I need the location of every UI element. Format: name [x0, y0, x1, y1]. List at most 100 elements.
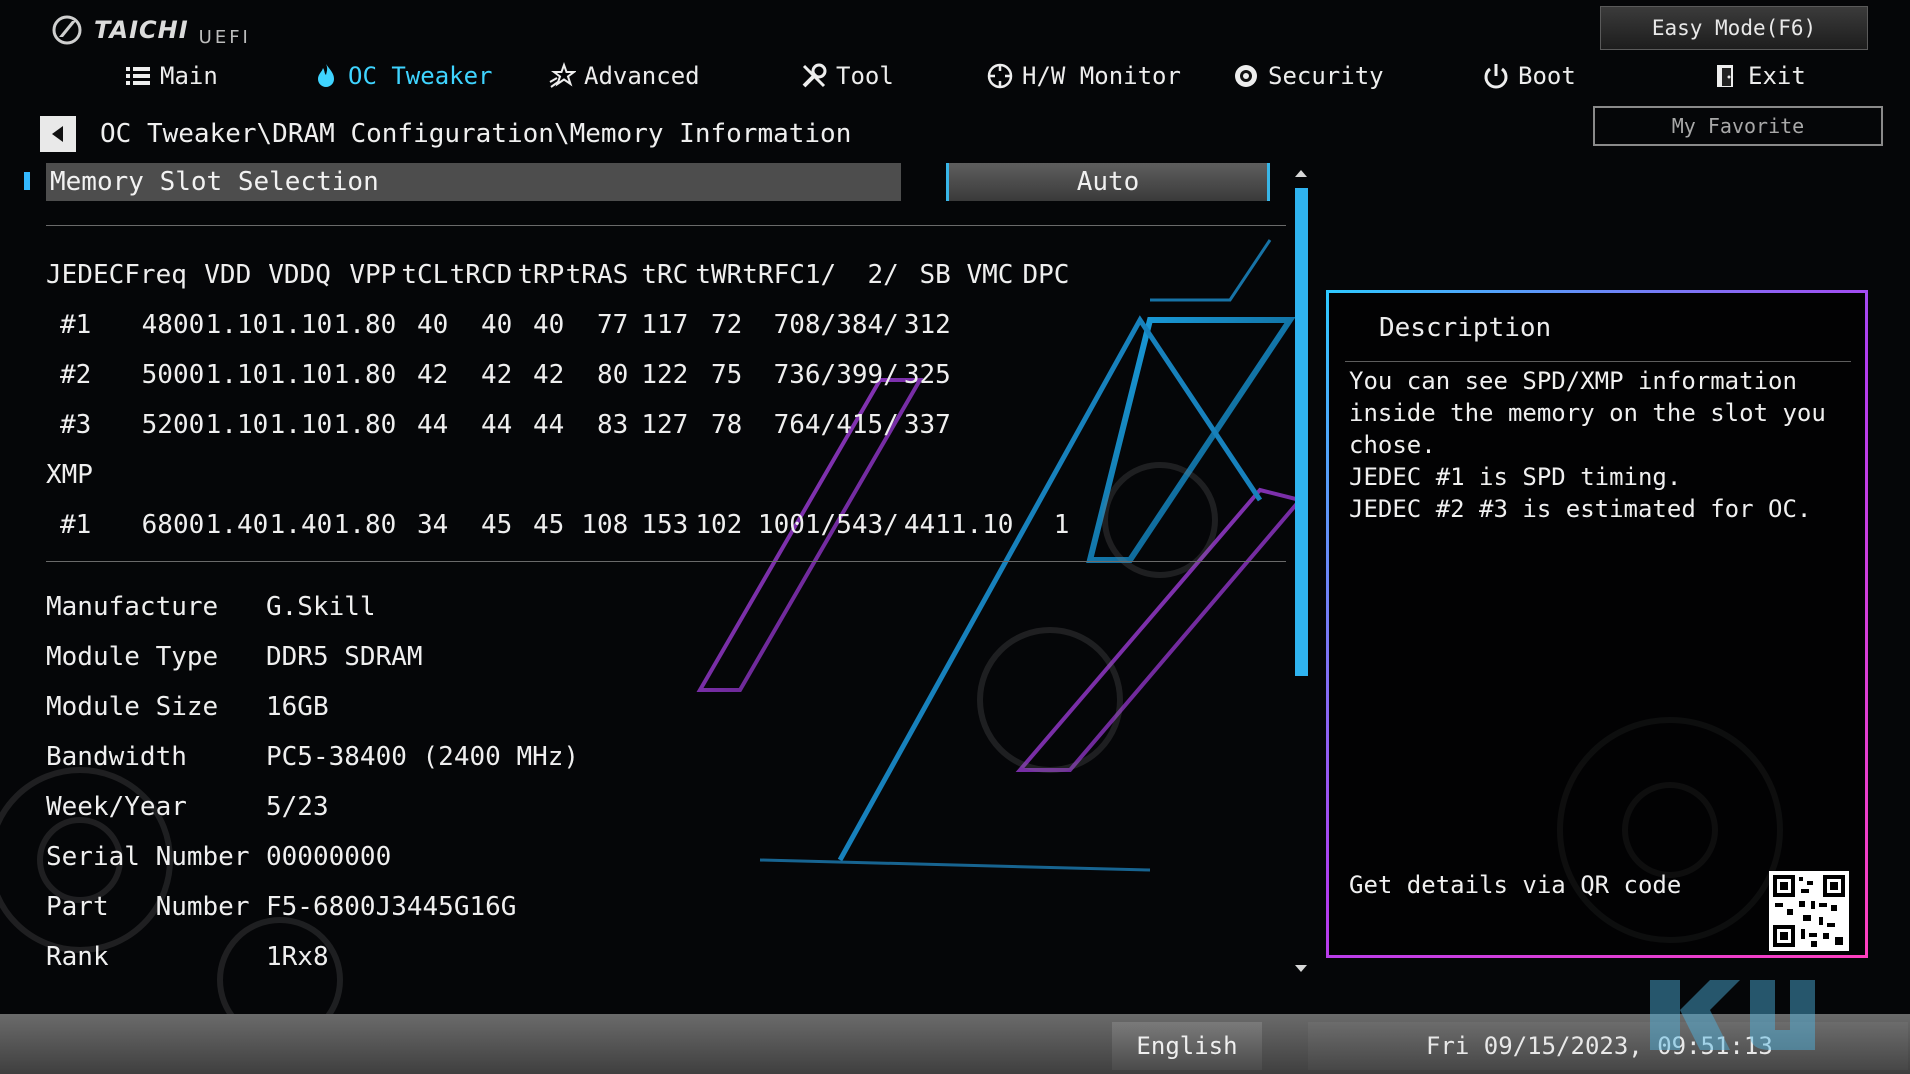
- tab-advanced[interactable]: Advanced: [548, 56, 700, 96]
- table-cell: 42: [480, 360, 513, 390]
- table-cell: 1.10: [269, 310, 333, 340]
- scroll-up-arrow-icon[interactable]: [1295, 170, 1307, 177]
- divider-top: [46, 225, 1286, 226]
- col-header: Freq: [124, 260, 187, 290]
- info-label: Manufacture: [46, 592, 219, 622]
- breadcrumb: OC Tweaker\DRAM Configuration\Memory Inf…: [100, 119, 852, 149]
- table-cell: 6800: [141, 510, 205, 540]
- description-title: Description: [1379, 313, 1552, 343]
- brand-sub: UEFI: [198, 26, 251, 48]
- table-cell: 736/: [773, 360, 837, 390]
- scroll-thumb[interactable]: [1295, 188, 1308, 676]
- table-cell: 45: [480, 510, 513, 540]
- tab-main[interactable]: Main: [124, 56, 218, 96]
- table-cell: 337: [903, 410, 951, 440]
- tab-tool[interactable]: Tool: [800, 56, 894, 96]
- table-cell: 45: [532, 510, 565, 540]
- table-cell: 83: [596, 410, 629, 440]
- col-header: tRC: [641, 260, 689, 290]
- language-button[interactable]: English: [1112, 1022, 1262, 1070]
- spd-header-row: JEDEC Freq VDD VDDQ VPP tCL tRCD tRP tRA…: [46, 250, 1069, 300]
- col-header: tWR: [695, 260, 743, 290]
- info-row-rank: Rank 1Rx8: [46, 932, 579, 982]
- easy-mode-button[interactable]: Easy Mode(F6): [1600, 6, 1868, 50]
- info-value: 5/23: [266, 792, 329, 822]
- memory-slot-selection-value[interactable]: Auto: [946, 163, 1270, 201]
- scroll-down-arrow-icon[interactable]: [1295, 965, 1307, 972]
- table-cell: 153: [641, 510, 689, 540]
- xmp-row-1: #1 6800 1.40 1.40 1.80 34 45 45 108 153 …: [46, 500, 1069, 550]
- brand-name: TAICHI: [94, 16, 189, 44]
- table-cell: #1: [60, 310, 92, 340]
- tab-exit-label: Exit: [1748, 62, 1806, 90]
- wrench-icon: [802, 63, 827, 88]
- table-cell: 44: [480, 410, 513, 440]
- brand-logo: TAICHI UEFI: [50, 12, 251, 48]
- table-cell: 5200: [141, 410, 205, 440]
- tab-security-label: Security: [1268, 62, 1384, 90]
- table-cell: 1.80: [333, 510, 397, 540]
- list-icon: [126, 67, 150, 85]
- my-favorite-button[interactable]: My Favorite: [1593, 106, 1883, 146]
- tab-advanced-label: Advanced: [584, 62, 700, 90]
- info-value: PC5-38400 (2400 MHz): [266, 742, 580, 772]
- tab-oc-tweaker[interactable]: OC Tweaker: [312, 56, 493, 96]
- scrollbar[interactable]: [1293, 170, 1309, 976]
- table-cell: 441: [903, 510, 951, 540]
- table-cell: 1.80: [333, 360, 397, 390]
- table-cell: 764/: [773, 410, 837, 440]
- table-cell: 708/: [773, 310, 837, 340]
- table-cell: 399/: [836, 360, 899, 390]
- tab-hw-monitor[interactable]: H/W Monitor: [986, 56, 1181, 96]
- divider-middle: [46, 561, 1286, 562]
- table-cell: 42: [532, 360, 565, 390]
- info-row-module-size: Module Size 16GB: [46, 682, 579, 732]
- table-cell: 1.40: [205, 510, 269, 540]
- info-value: 16GB: [266, 692, 329, 722]
- table-cell: 1.80: [333, 310, 397, 340]
- info-label: Bandwidth: [46, 742, 187, 772]
- memory-slot-selection-label[interactable]: Memory Slot Selection: [46, 163, 901, 201]
- info-row-week-year: Week/Year 5/23: [46, 782, 579, 832]
- info-row-bandwidth: Bandwidth PC5-38400 (2400 MHz): [46, 732, 579, 782]
- table-cell: 127: [641, 410, 689, 440]
- table-cell: #3: [60, 410, 92, 440]
- col-header: DPC: [1022, 260, 1070, 290]
- back-arrow-icon: [52, 126, 63, 142]
- table-cell: [951, 300, 1014, 350]
- table-cell: [1013, 300, 1069, 350]
- table-cell: 1.10: [205, 360, 269, 390]
- jedec-row-1: #1 4800 1.10 1.10 1.80 40 40 40 77 117 7…: [46, 300, 1069, 350]
- qr-code-icon[interactable]: [1769, 871, 1849, 951]
- tab-boot-label: Boot: [1518, 62, 1576, 90]
- spd-timing-table: JEDEC Freq VDD VDDQ VPP tCL tRCD tRP tRA…: [46, 250, 1069, 550]
- info-row-part-number: Part Number F5-6800J3445G16G: [46, 882, 579, 932]
- table-cell: 1.10: [205, 310, 269, 340]
- table-cell: 78: [710, 410, 743, 440]
- tab-security[interactable]: Security: [1232, 56, 1384, 96]
- info-label: Module Type: [46, 642, 219, 672]
- table-cell: 1001/: [757, 510, 837, 540]
- star-icon: [549, 62, 576, 88]
- col-header: tRP: [517, 260, 565, 290]
- info-value: F5-6800J3445G16G: [266, 892, 517, 922]
- tab-tool-label: Tool: [836, 62, 894, 90]
- table-cell: 40: [532, 310, 565, 340]
- tab-hw-monitor-label: H/W Monitor: [1022, 62, 1181, 90]
- info-value: 1Rx8: [266, 942, 329, 972]
- col-header: SB: [919, 260, 951, 290]
- table-cell: 40: [480, 310, 513, 340]
- jedec-row-2: #2 5000 1.10 1.10 1.80 42 42 42 80 122 7…: [46, 350, 1069, 400]
- monitor-icon: [987, 63, 1013, 89]
- back-button[interactable]: [40, 116, 76, 152]
- tab-boot[interactable]: Boot: [1482, 56, 1576, 96]
- table-cell: [1013, 350, 1069, 400]
- info-label: Part Number: [46, 892, 250, 922]
- info-label: Serial Number: [46, 842, 250, 872]
- info-label: Module Size: [46, 692, 219, 722]
- selection-marker: [24, 172, 30, 190]
- info-value: G.Skill: [266, 592, 376, 622]
- tab-exit[interactable]: Exit: [1712, 56, 1806, 96]
- col-header: tRFC1/: [742, 260, 837, 290]
- info-row-module-type: Module Type DDR5 SDRAM: [46, 632, 579, 682]
